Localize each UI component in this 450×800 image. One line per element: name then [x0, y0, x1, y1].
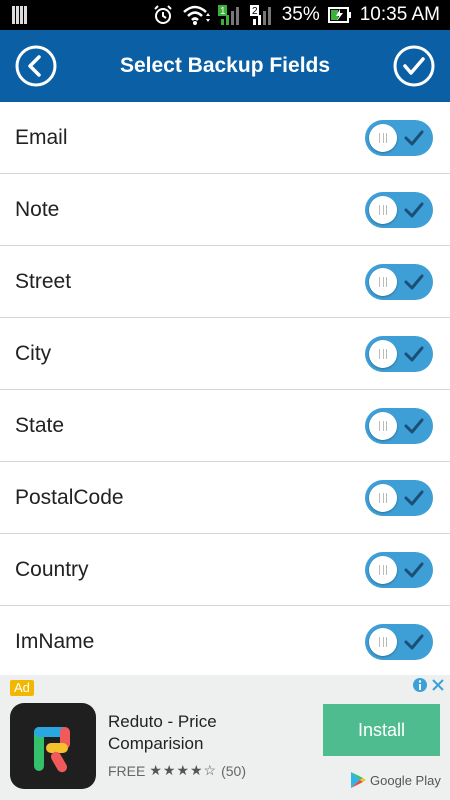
check-icon: [404, 634, 424, 650]
app-icon[interactable]: [10, 703, 96, 789]
back-button[interactable]: [14, 44, 58, 88]
ad-meta: FREE ★★★★☆ (50): [108, 762, 246, 779]
signal-sim1-icon: 1: [217, 3, 242, 27]
alarm-icon: [152, 4, 174, 26]
done-button[interactable]: [392, 44, 436, 88]
field-label: Street: [15, 269, 72, 293]
field-toggle-city[interactable]: [365, 336, 433, 372]
toggle-knob: [369, 124, 397, 152]
check-icon: [404, 274, 424, 290]
store-label: Google Play: [370, 772, 441, 788]
adchoices[interactable]: [412, 677, 446, 693]
field-toggle-note[interactable]: [365, 192, 433, 228]
toggle-knob: [369, 556, 397, 584]
field-toggle-street[interactable]: [365, 264, 433, 300]
check-icon: [404, 562, 424, 578]
wifi-icon: [182, 4, 210, 26]
toggle-knob: [369, 340, 397, 368]
back-circle-icon: [15, 45, 57, 87]
clock: 10:35 AM: [359, 4, 440, 25]
ad-badge: Ad: [10, 680, 34, 696]
field-row-postalcode: PostalCode: [0, 462, 450, 534]
info-icon[interactable]: [412, 677, 428, 693]
ad-app-name[interactable]: Reduto - Price Comparision: [108, 711, 308, 755]
field-label: ImName: [15, 630, 95, 653]
field-row-city: City: [0, 318, 450, 390]
field-row-street: Street: [0, 246, 450, 318]
close-icon[interactable]: [430, 677, 446, 693]
toggle-knob: [369, 484, 397, 512]
toggle-knob: [369, 268, 397, 296]
rating-stars: ★★★★☆: [149, 762, 218, 778]
google-play-badge: Google Play: [350, 771, 441, 789]
check-icon: [404, 346, 424, 362]
toggle-knob: [369, 628, 397, 656]
svg-text:2: 2: [252, 6, 258, 17]
field-row-state: State: [0, 390, 450, 462]
field-toggle-imname[interactable]: [365, 624, 433, 660]
field-toggle-email[interactable]: [365, 120, 433, 156]
backup-fields-list: Email Note Street City State PostalCode …: [0, 102, 450, 678]
field-label: State: [15, 413, 65, 437]
field-toggle-state[interactable]: [365, 408, 433, 444]
field-row-email: Email: [0, 102, 450, 174]
field-toggle-postalcode[interactable]: [365, 480, 433, 516]
field-toggle-country[interactable]: [365, 552, 433, 588]
ad-banner[interactable]: Ad Reduto - Price Comparision FREE ★★★★☆…: [0, 675, 450, 800]
page-title: Select Backup Fields: [119, 54, 331, 77]
status-bar: 1 2 35% 10:35 AM: [0, 0, 450, 30]
battery-percent: 35%: [281, 4, 320, 25]
field-row-imname: ImName: [0, 606, 450, 678]
check-icon: [404, 490, 424, 506]
check-icon: [404, 418, 424, 434]
field-row-note: Note: [0, 174, 450, 246]
field-label: PostalCode: [15, 485, 124, 509]
check-circle-icon: [393, 45, 435, 87]
check-icon: [404, 130, 424, 146]
install-button[interactable]: Install: [323, 704, 440, 756]
field-label: City: [15, 341, 52, 365]
ad-price: FREE: [108, 762, 146, 779]
field-label: Country: [15, 557, 89, 581]
field-label: Email: [15, 125, 68, 149]
svg-text:1: 1: [220, 6, 226, 17]
notification-icon: [12, 6, 28, 30]
google-play-icon: [351, 772, 366, 788]
field-row-country: Country: [0, 534, 450, 606]
field-label: Note: [15, 197, 60, 221]
battery-charging-icon: [327, 5, 352, 25]
rating-count: (50): [221, 762, 247, 779]
signal-sim2-icon: 2: [249, 3, 274, 27]
toggle-knob: [369, 196, 397, 224]
toggle-knob: [369, 412, 397, 440]
app-bar: Select Backup Fields: [0, 30, 450, 102]
check-icon: [404, 202, 424, 218]
